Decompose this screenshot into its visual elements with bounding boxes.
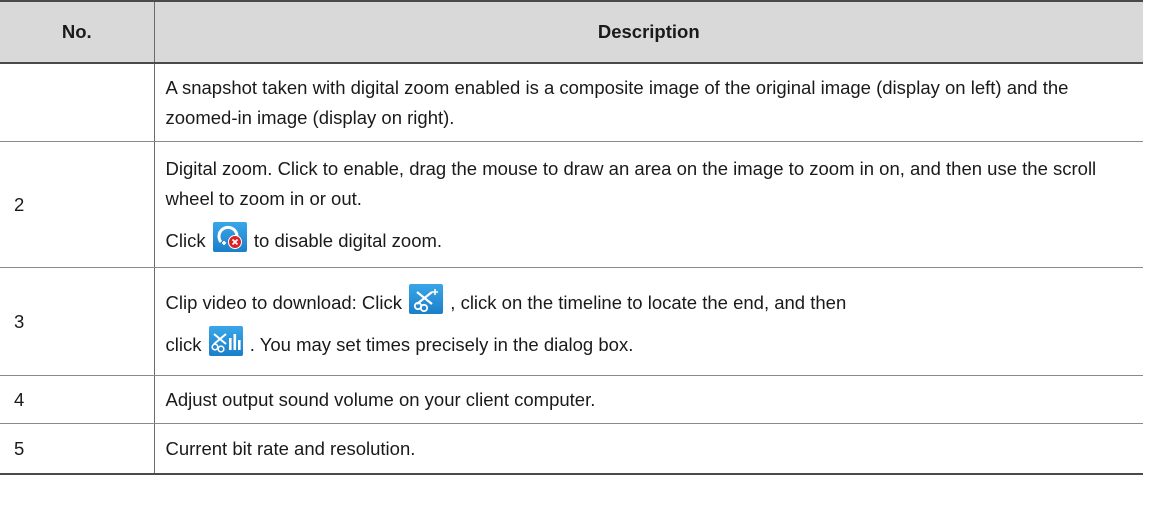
disable-digital-zoom-icon	[212, 221, 247, 252]
description-text: Adjust output sound volume on your clien…	[165, 388, 596, 410]
description-text: Current bit rate and resolution.	[165, 437, 416, 459]
description-table: No. Description A snapshot taken with di…	[0, 0, 1143, 475]
column-header-no: No.	[0, 0, 154, 64]
description-text: Digital zoom. Click to enable, drag the …	[165, 157, 1097, 209]
row-description: Current bit rate and resolution.	[153, 423, 1143, 475]
row-number	[0, 63, 154, 142]
table-row: 5 Current bit rate and resolution.	[0, 423, 1143, 475]
description-icon-line: Clip video to download: Click , click on…	[165, 283, 1134, 318]
row-description: Clip video to download: Click , click on…	[153, 267, 1143, 376]
clip-end-icon	[208, 325, 243, 356]
description-text: A snapshot taken with digital zoom enabl…	[165, 76, 1069, 128]
column-header-description: Description	[153, 0, 1143, 64]
row-number: 4	[0, 375, 154, 424]
text-after-icon: . You may set times precisely in the dia…	[249, 333, 634, 355]
table-row: 3 Clip video to download: Click , click …	[0, 267, 1143, 376]
table-header-row: No. Description	[0, 0, 1143, 64]
row-description: Adjust output sound volume on your clien…	[153, 375, 1143, 424]
table-row: 2 Digital zoom. Click to enable, drag th…	[0, 141, 1143, 268]
row-number: 3	[0, 267, 154, 376]
table-row: A snapshot taken with digital zoom enabl…	[0, 63, 1143, 142]
text-before-icon: click	[165, 333, 202, 355]
table-row: 4 Adjust output sound volume on your cli…	[0, 375, 1143, 424]
row-number: 2	[0, 141, 154, 268]
row-description: A snapshot taken with digital zoom enabl…	[153, 63, 1143, 142]
description-icon-line: Click to disable digital zoom.	[165, 221, 1134, 256]
row-number: 5	[0, 423, 154, 475]
text-before-icon: Click	[165, 229, 206, 251]
row-description: Digital zoom. Click to enable, drag the …	[153, 141, 1143, 268]
description-icon-line: click . You may set times precisely in t…	[165, 325, 1134, 360]
text-after-icon: to disable digital zoom.	[253, 229, 443, 251]
clip-start-icon	[409, 283, 444, 314]
text-after-icon: , click on the timeline to locate the en…	[450, 291, 847, 313]
text-before-icon: Clip video to download: Click	[165, 291, 403, 313]
